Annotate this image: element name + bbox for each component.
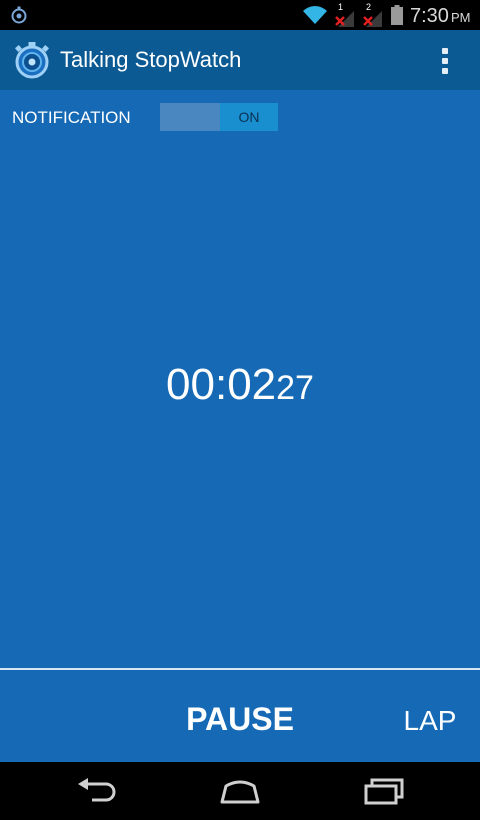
navigation-bar bbox=[0, 762, 480, 820]
sim2-signal-icon: 2 bbox=[360, 3, 384, 29]
clock-ampm: PM bbox=[450, 10, 471, 25]
battery-icon bbox=[391, 5, 403, 25]
toggle-state: ON bbox=[220, 103, 278, 131]
notification-toggle[interactable]: ON bbox=[160, 103, 278, 131]
app-title: Talking StopWatch bbox=[60, 47, 242, 72]
back-icon[interactable] bbox=[72, 776, 120, 806]
stopwatch-panel: NOTIFICATION ON 00:0227 PAUSE LAP bbox=[0, 90, 480, 762]
status-bar: 1 2 7:30 PM bbox=[0, 0, 480, 30]
elapsed-time-fraction: 27 bbox=[276, 369, 314, 407]
app-bar: Talking StopWatch bbox=[0, 30, 480, 90]
pause-button[interactable]: PAUSE bbox=[160, 694, 320, 744]
clock-time: 7:30 bbox=[410, 5, 449, 27]
recent-apps-icon[interactable] bbox=[360, 776, 408, 806]
divider bbox=[0, 668, 480, 670]
elapsed-time-main: 00:02 bbox=[166, 360, 277, 409]
home-icon[interactable] bbox=[216, 776, 264, 806]
elapsed-time: 00:0227 bbox=[0, 360, 480, 410]
stopwatch-app-icon[interactable] bbox=[12, 40, 52, 80]
lap-button[interactable]: LAP bbox=[390, 696, 470, 746]
stopwatch-notification-icon bbox=[11, 6, 27, 24]
sim1-signal-icon: 1 bbox=[332, 3, 356, 29]
status-clock: 7:30 PM bbox=[410, 6, 470, 28]
notification-label: NOTIFICATION bbox=[12, 108, 131, 127]
wifi-icon bbox=[303, 6, 327, 24]
overflow-menu-icon[interactable] bbox=[430, 40, 460, 80]
